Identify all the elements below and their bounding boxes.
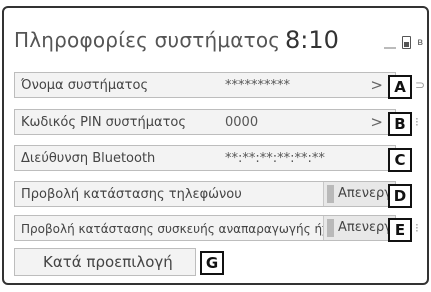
pin-code-value: 0000 (225, 115, 259, 130)
bluetooth-icon: ʙ (417, 37, 423, 48)
bluetooth-address-label: Διεύθυνση Bluetooth (21, 151, 156, 166)
bluetooth-address-row: Διεύθυνση Bluetooth **:**:**:**:**:** (14, 145, 396, 171)
chevron-right-icon: > (370, 76, 383, 94)
header: Πληροφορίες συστήματος 8:10 ʙ (4, 8, 427, 68)
chevron-right-icon: > (370, 113, 383, 131)
callout-b: B (388, 112, 412, 136)
page-title: Πληροφορίες συστήματος (14, 28, 281, 52)
phone-status-row: Προβολή κατάστασης τηλεφώνου Απενεργ. (14, 181, 396, 207)
bluetooth-address-value: **:**:**:**:**:** (225, 151, 325, 166)
callout-d: D (388, 184, 412, 208)
callout-c: C (388, 148, 412, 172)
audio-status-row: Προβολή κατάστασης συσκευής αναπαραγωγής… (14, 215, 396, 241)
signal-icon (384, 37, 397, 49)
scroll-indicator-icon: ⊃ (415, 78, 426, 92)
clock: 8:10 (285, 26, 339, 54)
system-info-screen: Πληροφορίες συστήματος 8:10 ʙ Όνομα συστ… (2, 6, 429, 285)
callout-e: E (388, 218, 412, 242)
battery-icon (402, 36, 412, 49)
system-name-row[interactable]: Όνομα συστήματος ********** > (14, 72, 396, 98)
scroll-indicator-icon: ⁝ (415, 221, 419, 235)
system-name-value: ********** (225, 78, 290, 93)
audio-status-label: Προβολή κατάστασης συσκευής αναπαραγωγής… (21, 222, 344, 236)
audio-status-toggle[interactable]: Απενεργ. (323, 216, 396, 240)
phone-status-label: Προβολή κατάστασης τηλεφώνου (21, 187, 242, 202)
pin-code-row[interactable]: Κωδικός PIN συστήματος 0000 > (14, 109, 396, 135)
pin-code-label: Κωδικός PIN συστήματος (21, 115, 186, 130)
default-button[interactable]: Κατά προεπιλογή (14, 248, 196, 276)
callout-g: G (200, 251, 224, 275)
callout-a: A (388, 75, 412, 99)
scroll-indicator-icon: ⁝ (415, 115, 419, 129)
system-name-label: Όνομα συστήματος (21, 78, 149, 93)
phone-status-toggle[interactable]: Απενεργ. (323, 182, 396, 206)
status-icons: ʙ (384, 36, 423, 49)
